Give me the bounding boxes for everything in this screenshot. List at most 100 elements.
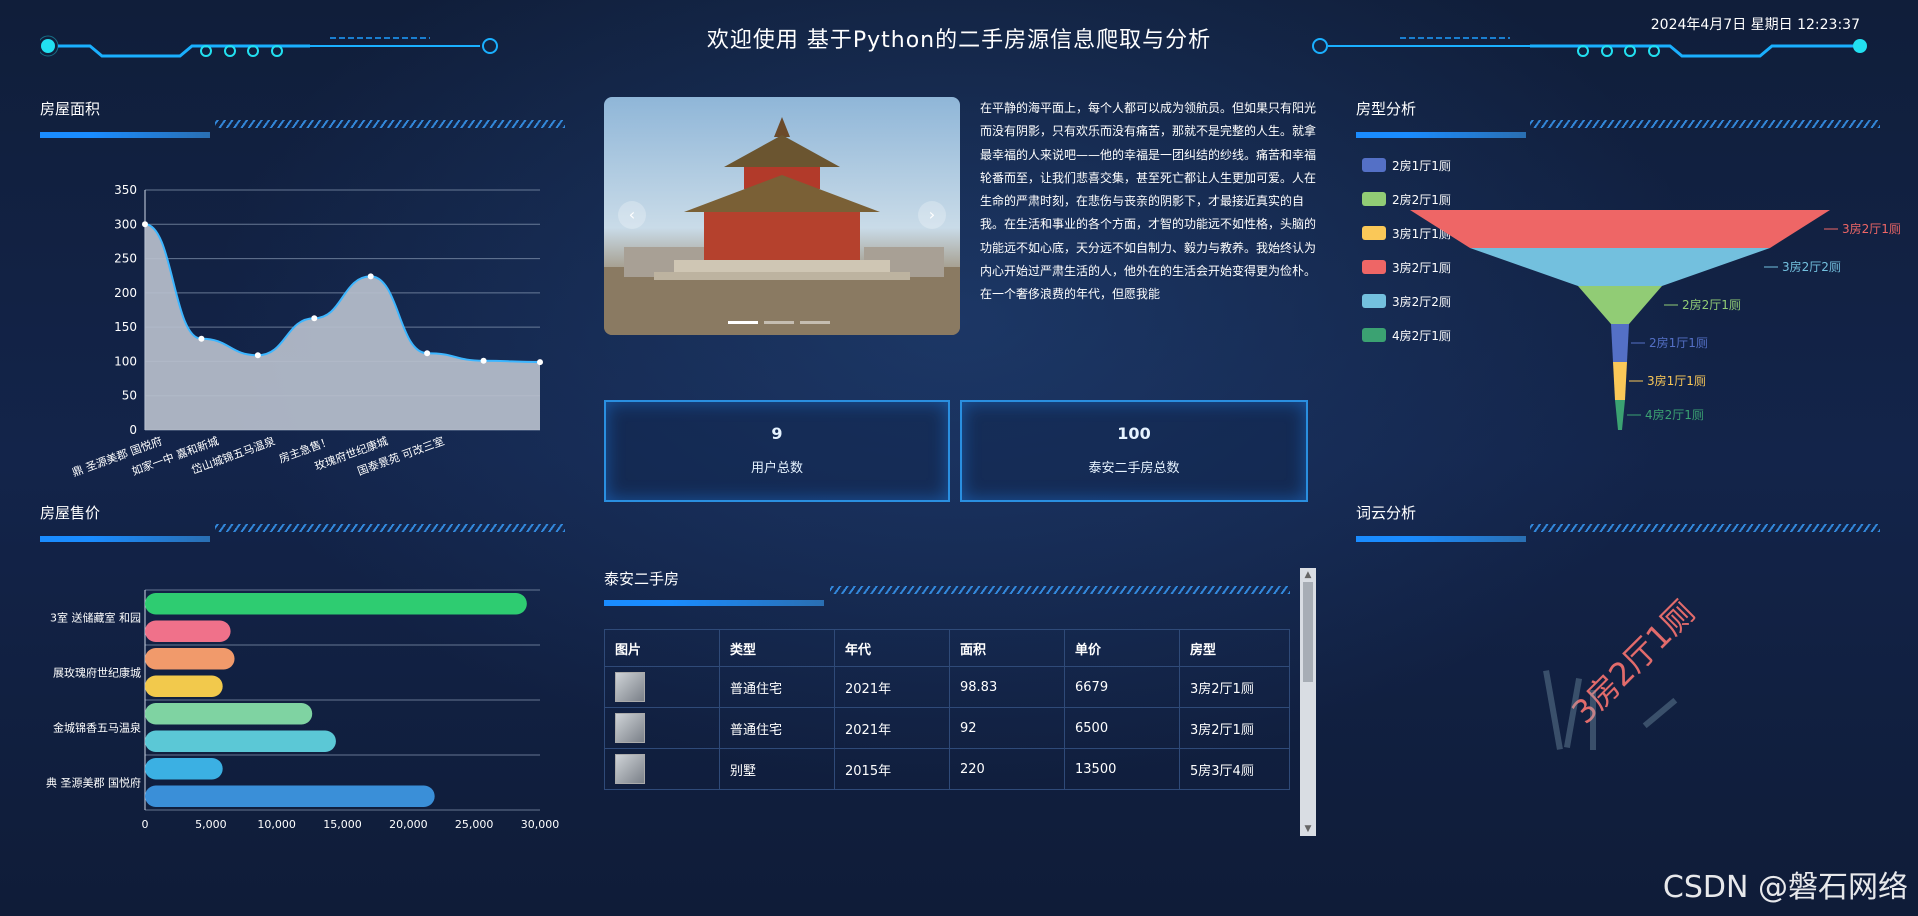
row-area: 98.83 <box>949 666 1065 708</box>
table-container: 图片 类型 年代 面积 单价 房型 普通住宅 2021年 98.83 6679 … <box>604 629 1290 835</box>
user-count-card: 9 用户总数 <box>604 400 950 502</box>
row-price: 13500 <box>1064 748 1180 790</box>
y-tick-label: 350 <box>114 183 137 197</box>
house-table: 图片 类型 年代 面积 单价 房型 普通住宅 2021年 98.83 6679 … <box>604 629 1290 790</box>
table-header-row: 图片 类型 年代 面积 单价 房型 <box>604 629 1290 667</box>
title-underline <box>1356 132 1526 138</box>
row-thumbnail[interactable] <box>604 666 720 708</box>
legend-swatch <box>1362 192 1386 206</box>
price-chart-title: 房屋售价 <box>40 504 101 522</box>
row-price: 6500 <box>1064 707 1180 749</box>
area-chart: 050100150200250300350鼎 圣源美郡 国悦府如家一中 嘉和新城… <box>70 183 543 479</box>
row-layout: 3房2厅1厕 <box>1179 666 1290 708</box>
carousel-indicator-1[interactable] <box>728 321 758 324</box>
y-tick-label: 0 <box>129 423 137 437</box>
title-underline <box>40 132 210 138</box>
col-header-image: 图片 <box>604 629 720 667</box>
row-year: 2021年 <box>834 666 950 708</box>
row-layout: 5房3厅4厕 <box>1179 748 1290 790</box>
title-hatch <box>215 524 565 532</box>
legend-swatch <box>1362 226 1386 240</box>
bar <box>145 785 435 807</box>
row-type: 普通住宅 <box>719 666 835 708</box>
y-tick-label: 300 <box>114 217 137 231</box>
table-row[interactable]: 普通住宅 2021年 92 6500 3房2厅1厕 <box>604 707 1290 749</box>
data-point <box>142 221 148 228</box>
y-tick-label: 150 <box>114 320 137 334</box>
funnel-segment <box>1578 286 1662 324</box>
col-header-type: 类型 <box>719 629 835 667</box>
x-tick-label: 0 <box>142 818 149 831</box>
row-thumbnail[interactable] <box>604 748 720 790</box>
scrollbar-thumb[interactable] <box>1303 582 1313 682</box>
user-count-label: 用户总数 <box>750 461 803 476</box>
funnel-label: 3房2厅1厕 <box>1842 221 1900 236</box>
bar <box>145 730 336 752</box>
legend-item[interactable]: 2房1厅1厕 <box>1362 148 1451 182</box>
funnel-chart: 3房2厅1厕 3房2厅2厕 2房2厅1厕 2房1厅1厕 3房1厅1厕 4房2厅1厕 <box>1410 210 1900 430</box>
house-thumbnail-image[interactable] <box>615 713 645 743</box>
row-thumbnail[interactable] <box>604 707 720 749</box>
data-point <box>537 359 543 366</box>
house-count-label: 泰安二手房总数 <box>1088 461 1180 476</box>
carousel-indicator-3[interactable] <box>800 321 830 324</box>
x-tick-label: 10,000 <box>257 818 296 831</box>
legend-swatch <box>1362 294 1386 308</box>
bar <box>145 675 223 697</box>
funnel-chart-title: 房型分析 <box>1356 100 1417 118</box>
house-count-value: 100 <box>1117 424 1151 443</box>
wordcloud-minor-words <box>1530 660 1700 770</box>
x-tick-label: 5,000 <box>195 818 227 831</box>
y-tick-label: 250 <box>114 252 137 266</box>
scroll-up-arrow[interactable]: ▲ <box>1300 568 1316 582</box>
scroll-down-arrow[interactable]: ▼ <box>1300 822 1316 836</box>
intro-text: 在平静的海平面上，每个人都可以成为领航员。但如果只有阳光而没有阴影，只有欢乐而没… <box>980 101 1317 302</box>
funnel-label: 2房2厅1厕 <box>1682 297 1741 312</box>
x-tick-label: 30,000 <box>521 818 560 831</box>
title-underline <box>40 536 210 542</box>
bar <box>145 648 235 670</box>
funnel-label: 3房1厅1厕 <box>1647 373 1706 388</box>
data-point <box>367 273 374 280</box>
x-tick-label: 15,000 <box>323 818 362 831</box>
table-row[interactable]: 别墅 2015年 220 13500 5房3厅4厕 <box>604 748 1290 790</box>
table-row[interactable]: 普通住宅 2021年 98.83 6679 3房2厅1厕 <box>604 666 1290 708</box>
y-tick-label: 3室 送储藏室 和园 <box>50 611 141 625</box>
table-title: 泰安二手房 <box>604 570 680 588</box>
title-hatch <box>1530 120 1880 128</box>
house-thumbnail-image[interactable] <box>615 754 645 784</box>
row-layout: 3房2厅1厕 <box>1179 707 1290 749</box>
house-count-card: 100 泰安二手房总数 <box>960 400 1308 502</box>
row-area: 92 <box>949 707 1065 749</box>
row-type: 别墅 <box>719 748 835 790</box>
row-year: 2015年 <box>834 748 950 790</box>
carousel-indicator-2[interactable] <box>764 321 794 324</box>
carousel-prev-button[interactable]: ‹ <box>618 201 646 229</box>
x-tick-label: 20,000 <box>389 818 428 831</box>
y-tick-label: 200 <box>114 286 137 300</box>
row-year: 2021年 <box>834 707 950 749</box>
table-scrollbar[interactable]: ▲ ▼ <box>1300 568 1316 836</box>
funnel-segment <box>1615 400 1625 430</box>
bar <box>145 593 527 615</box>
palace-image <box>604 117 960 335</box>
data-point <box>254 352 261 359</box>
legend-swatch <box>1362 260 1386 274</box>
legend-label: 2房1厅1厕 <box>1392 158 1451 173</box>
col-header-year: 年代 <box>834 629 950 667</box>
bar <box>145 620 231 642</box>
funnel-label: 2房1厅1厕 <box>1649 335 1708 350</box>
image-carousel[interactable]: ‹ › <box>604 97 960 335</box>
area-chart-title: 房屋面积 <box>40 100 101 118</box>
x-tick-label: 25,000 <box>455 818 494 831</box>
y-tick-label: 典 圣源美郡 国悦府 <box>46 776 141 790</box>
data-point <box>198 335 205 342</box>
title-underline <box>1356 536 1526 542</box>
user-count-value: 9 <box>771 424 783 443</box>
wordcloud-title: 词云分析 <box>1356 504 1417 522</box>
title-hatch <box>830 586 1290 594</box>
carousel-next-button[interactable]: › <box>918 201 946 229</box>
house-thumbnail-image[interactable] <box>615 672 645 702</box>
title-underline <box>604 600 824 606</box>
y-tick-label: 展玫瑰府世纪康城 <box>53 666 141 680</box>
